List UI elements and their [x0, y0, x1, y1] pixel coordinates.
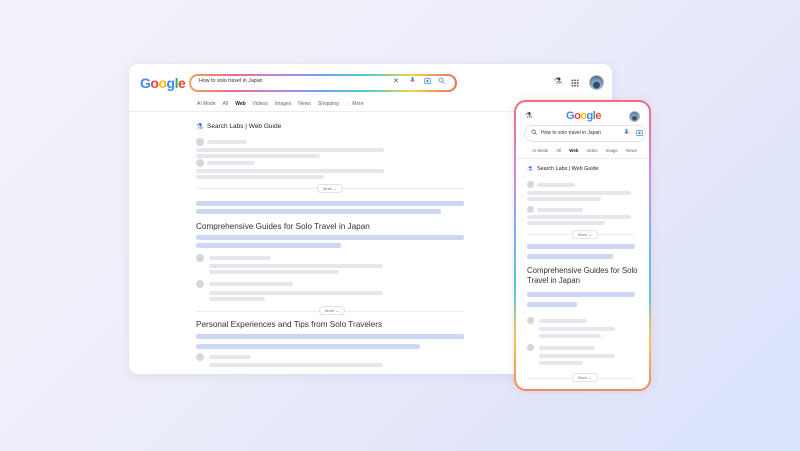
mobile-search-window: ⚗ Google How to solo travel in Japan AI …: [516, 102, 649, 389]
result-placeholder: [196, 334, 464, 339]
mic-icon[interactable]: [624, 129, 629, 138]
result-placeholder: [527, 302, 577, 307]
tab-all[interactable]: All: [223, 101, 229, 107]
mic-icon[interactable]: [410, 77, 415, 86]
search-input[interactable]: How to solo travel in Japan: [199, 78, 263, 84]
tab-news[interactable]: News: [298, 101, 311, 107]
result-placeholder: [207, 140, 247, 144]
tab-ai-mode[interactable]: AI Mode: [532, 148, 548, 153]
flask-icon: ⚗: [196, 122, 204, 131]
result-placeholder: [196, 344, 420, 349]
search-box[interactable]: How to solo travel in Japan ✕: [191, 76, 455, 90]
flask-icon[interactable]: ⚗: [525, 111, 532, 120]
result-placeholder: [209, 297, 265, 301]
apps-grid-icon[interactable]: [571, 79, 579, 87]
result-placeholder: [196, 209, 441, 214]
result-favicon: [196, 280, 204, 288]
result-placeholder: [209, 282, 293, 286]
result-favicon: [196, 159, 204, 167]
result-favicon: [527, 344, 534, 351]
result-placeholder: [527, 221, 605, 225]
tab-video[interactable]: Video: [586, 148, 597, 153]
result-placeholder: [527, 215, 631, 219]
tab-shopping[interactable]: Shopping: [318, 101, 339, 107]
result-favicon: [196, 254, 204, 262]
result-placeholder: [537, 183, 575, 187]
more-button[interactable]: More ⌄: [572, 373, 598, 382]
tab-news[interactable]: News: [626, 148, 637, 153]
tab-web[interactable]: Web: [569, 148, 578, 153]
result-favicon: [196, 138, 204, 146]
result-placeholder: [539, 319, 587, 323]
result-placeholder: [196, 148, 384, 152]
tab-web[interactable]: Web: [235, 101, 245, 107]
result-favicon: [527, 206, 534, 213]
result-placeholder: [196, 243, 341, 248]
result-placeholder: [209, 291, 383, 295]
result-favicon: [527, 317, 534, 324]
search-icon[interactable]: [531, 129, 537, 137]
result-placeholder: [539, 327, 615, 331]
search-box[interactable]: How to solo travel in Japan: [524, 125, 646, 142]
camera-icon[interactable]: [424, 77, 431, 86]
more-button[interactable]: More ⌄: [319, 306, 345, 315]
search-icon[interactable]: [438, 77, 445, 86]
result-placeholder: [539, 354, 615, 358]
search-input[interactable]: How to solo travel in Japan: [541, 130, 601, 136]
tab-image[interactable]: Image: [606, 148, 618, 153]
tab-ai-mode[interactable]: AI Mode: [197, 101, 216, 107]
search-box-glow: How to solo travel in Japan ✕: [189, 74, 457, 92]
result-placeholder: [527, 244, 635, 249]
result-placeholder: [537, 208, 583, 212]
result-placeholder: [196, 175, 324, 179]
flask-icon: ⚗: [527, 166, 533, 173]
flask-icon[interactable]: ⚗: [554, 76, 562, 87]
google-logo[interactable]: Google: [566, 110, 601, 122]
search-tabs: AI Mode All Web Video Image News: [532, 148, 637, 153]
result-placeholder: [527, 197, 601, 201]
result-placeholder: [527, 292, 635, 297]
camera-icon[interactable]: [636, 129, 643, 138]
web-guide-title: Search Labs | Web Guide: [537, 166, 599, 172]
more-button[interactable]: More ⌄: [317, 184, 343, 193]
more-button[interactable]: More ⌄: [572, 230, 598, 239]
section-heading[interactable]: Comprehensive Guides for Solo Travel in …: [527, 266, 645, 286]
result-placeholder: [539, 334, 601, 338]
result-placeholder: [209, 355, 251, 359]
tab-images[interactable]: Images: [275, 101, 291, 107]
result-placeholder: [539, 346, 595, 350]
result-placeholder: [209, 363, 383, 367]
section-heading[interactable]: Comprehensive Guides for Solo Travel in …: [196, 222, 370, 231]
search-tabs: AI Mode All Web Videos Images News Shopp…: [197, 101, 364, 107]
result-placeholder: [209, 270, 339, 274]
result-placeholder: [527, 191, 631, 195]
result-placeholder: [196, 201, 464, 206]
avatar[interactable]: [629, 111, 640, 122]
tab-videos[interactable]: Videos: [253, 101, 268, 107]
result-favicon: [527, 181, 534, 188]
section-heading[interactable]: Personal Experiences and Tips from Solo …: [196, 320, 382, 329]
google-logo[interactable]: Google: [140, 75, 186, 91]
divider: [516, 158, 649, 159]
result-placeholder: [209, 264, 383, 268]
tab-more[interactable]: ⋮ More: [346, 101, 364, 107]
result-placeholder: [196, 169, 384, 173]
mobile-frame-glow: ⚗ Google How to solo travel in Japan AI …: [514, 100, 651, 391]
result-placeholder: [196, 235, 464, 240]
result-placeholder: [196, 154, 320, 158]
avatar[interactable]: [589, 75, 604, 90]
result-placeholder: [207, 161, 255, 165]
result-favicon: [196, 353, 204, 361]
result-placeholder: [527, 254, 613, 259]
result-placeholder: [209, 256, 271, 260]
tab-all[interactable]: All: [556, 148, 561, 153]
result-placeholder: [539, 361, 583, 365]
web-guide-title: Search Labs | Web Guide: [207, 123, 282, 130]
close-icon[interactable]: ✕: [393, 77, 399, 85]
